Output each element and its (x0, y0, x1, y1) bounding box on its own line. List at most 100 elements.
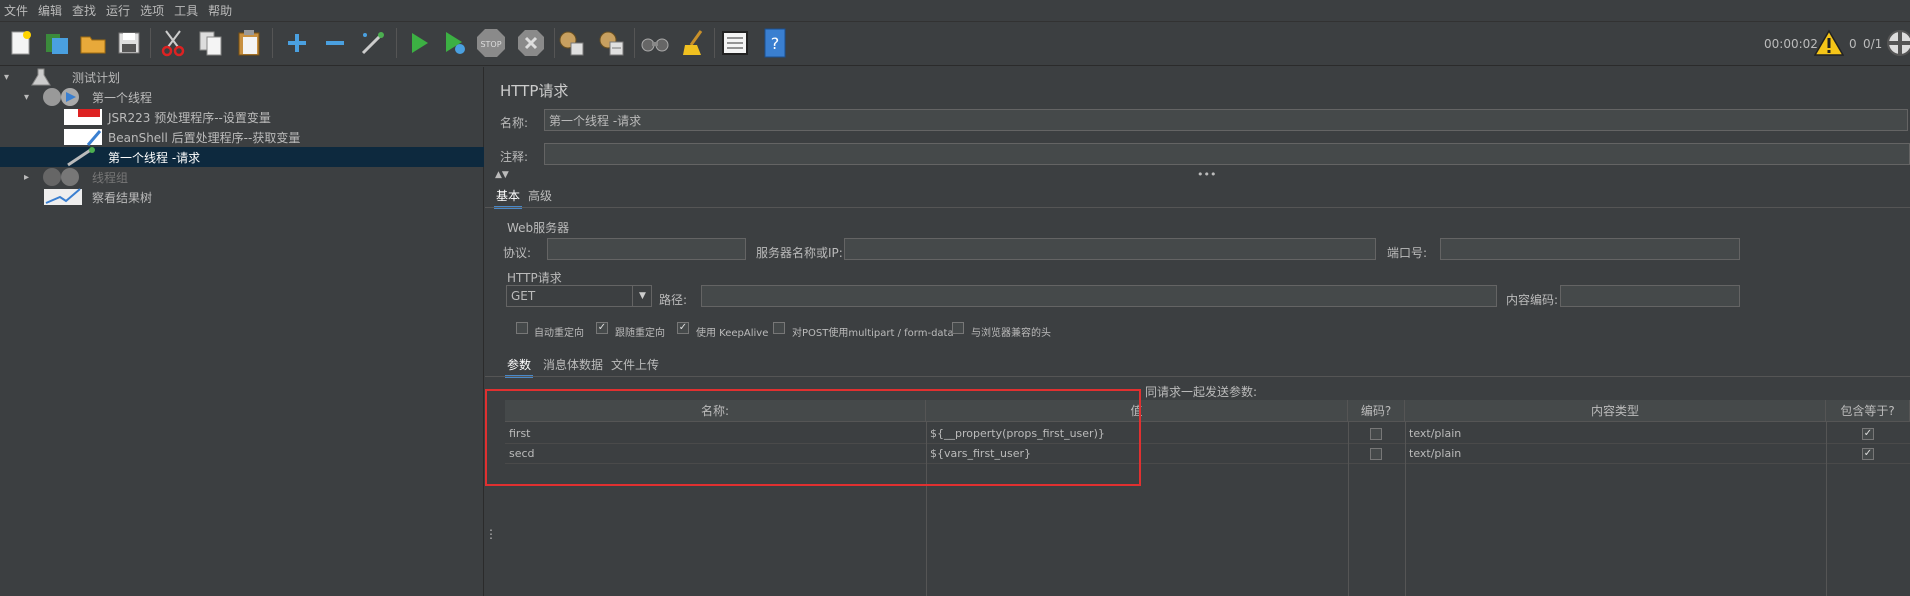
encoding-label: 内容编码: (1506, 293, 1559, 307)
encoding-field[interactable] (1560, 285, 1740, 307)
browser-headers-label: 与浏览器兼容的头 (971, 328, 1051, 339)
include-equals-checkbox[interactable]: ✓ (1862, 448, 1874, 460)
help-icon[interactable]: ? (760, 28, 790, 58)
annotation-highlight-box (485, 389, 1141, 486)
table-cell-encode (1348, 424, 1405, 444)
new-icon[interactable] (6, 28, 36, 58)
postprocessor-icon (64, 129, 102, 146)
search-icon[interactable] (640, 28, 670, 58)
thread-group-icon (43, 168, 79, 186)
auto-redirect-label: 自动重定向 (534, 328, 584, 339)
test-plan-icon (31, 68, 51, 86)
paste-icon[interactable] (234, 28, 264, 58)
column-divider (1405, 422, 1406, 596)
warning-icon[interactable] (1814, 28, 1844, 58)
protocol-field[interactable] (547, 238, 746, 260)
remote-status-icon (1882, 28, 1910, 58)
svg-text:?: ? (771, 34, 780, 53)
subtab-files-upload[interactable]: 文件上传 (609, 354, 661, 375)
tree-node-view-results-tree[interactable]: 察看结果树 (0, 187, 484, 207)
clear-icon[interactable] (556, 28, 586, 58)
panel-splitter-dots-icon[interactable]: ⋮ (485, 527, 497, 541)
column-header-include-equals[interactable]: 包含等于? (1826, 400, 1910, 422)
browser-headers-checkbox[interactable] (952, 322, 964, 334)
templates-icon[interactable] (42, 28, 72, 58)
tree-node-label: 线程组 (92, 170, 129, 185)
tab-advanced[interactable]: 高级 (526, 185, 554, 206)
start-no-pause-icon[interactable] (440, 28, 470, 58)
method-select[interactable]: GET (506, 285, 652, 307)
start-icon[interactable] (404, 28, 434, 58)
tree-node-thread-group-1[interactable]: 第一个线程 (0, 87, 484, 107)
copy-icon[interactable] (196, 28, 226, 58)
tree-node-label: BeanShell 后置处理程序--获取变量 (108, 130, 301, 145)
table-cell-content-type[interactable]: text/plain (1405, 444, 1826, 464)
sampler-icon (67, 147, 95, 167)
thread-group-icon (43, 88, 79, 106)
name-label: 名称: (500, 116, 529, 130)
menu-bar: 文件 编辑 查找 运行 选项 工具 帮助 (0, 0, 1910, 22)
encode-checkbox[interactable] (1370, 428, 1382, 440)
path-field[interactable] (701, 285, 1497, 307)
tree-node-beanshell-postprocessor[interactable]: BeanShell 后置处理程序--获取变量 (0, 127, 484, 147)
menu-search[interactable]: 查找 (72, 2, 96, 19)
splitter-handle-icon[interactable]: ••• (1197, 168, 1216, 181)
menu-tools[interactable]: 工具 (174, 2, 198, 19)
port-field[interactable] (1440, 238, 1740, 260)
function-helper-icon[interactable] (720, 28, 750, 58)
comment-field[interactable] (544, 143, 1910, 165)
include-equals-checkbox[interactable]: ✓ (1862, 428, 1874, 440)
tree-node-http-request[interactable]: 第一个线程 -请求 (0, 147, 484, 167)
follow-redirect-checkbox[interactable]: ✓ (596, 322, 608, 334)
subtab-parameters[interactable]: 参数 (505, 354, 534, 378)
tree-node-jsr223-preprocessor[interactable]: JSR223 预处理程序--设置变量 (0, 107, 484, 127)
expand-icon[interactable] (282, 28, 312, 58)
clear-all-icon[interactable] (596, 28, 626, 58)
open-icon[interactable] (78, 28, 108, 58)
menu-help[interactable]: 帮助 (208, 2, 232, 19)
column-header-encode[interactable]: 编码? (1348, 400, 1405, 422)
tree-node-thread-group-2[interactable]: 线程组 (0, 167, 484, 187)
dropdown-arrow-icon[interactable]: ▼ (632, 286, 652, 306)
stop-icon[interactable]: STOP (476, 28, 506, 58)
toggle-icon[interactable] (358, 28, 388, 58)
server-label: 服务器名称或IP: (756, 246, 843, 260)
panel-title: HTTP请求 (500, 82, 569, 100)
warning-count: 0 (1849, 37, 1857, 51)
encode-checkbox[interactable] (1370, 448, 1382, 460)
collapse-icon[interactable] (320, 28, 350, 58)
menu-run[interactable]: 运行 (106, 2, 130, 19)
http-request-panel: HTTP请求 名称: 第一个线程 -请求 注释: ▲▼ ••• 基本 高级 We… (485, 67, 1910, 596)
name-field[interactable]: 第一个线程 -请求 (544, 109, 1908, 131)
svg-text:STOP: STOP (480, 40, 501, 49)
split-arrows-icon[interactable]: ▲▼ (495, 170, 509, 180)
column-header-content-type[interactable]: 内容类型 (1405, 400, 1826, 422)
subtab-body-data[interactable]: 消息体数据 (541, 354, 605, 375)
tree-node-test-plan[interactable]: 测试计划 (0, 67, 484, 87)
shutdown-icon[interactable] (516, 28, 546, 58)
cut-icon[interactable] (158, 28, 188, 58)
reset-search-icon[interactable] (678, 28, 708, 58)
column-divider (1826, 422, 1827, 596)
keepalive-label: 使用 KeepAlive (696, 328, 769, 339)
table-cell-encode (1348, 444, 1405, 464)
active-threads-count: 0/1 (1863, 37, 1883, 51)
web-server-title: Web服务器 (507, 221, 570, 235)
method-value: GET (511, 289, 536, 303)
menu-options[interactable]: 选项 (140, 2, 164, 19)
multipart-checkbox[interactable] (773, 322, 785, 334)
preprocessor-icon (64, 109, 102, 125)
tree-node-label: JSR223 预处理程序--设置变量 (108, 110, 271, 125)
server-field[interactable] (844, 238, 1376, 260)
test-plan-tree: ▾ 测试计划 ▾ 第一个线程 JSR223 预处理程序--设置变量 BeanSh… (0, 67, 484, 596)
send-params-label: 同请求一起发送参数: (1145, 385, 1258, 399)
listener-icon (44, 188, 82, 205)
menu-file[interactable]: 文件 (4, 2, 28, 19)
tab-basic[interactable]: 基本 (494, 185, 523, 209)
menu-edit[interactable]: 编辑 (38, 2, 62, 19)
table-cell-content-type[interactable]: text/plain (1405, 424, 1826, 444)
auto-redirect-checkbox[interactable] (516, 322, 528, 334)
keepalive-checkbox[interactable]: ✓ (677, 322, 689, 334)
save-icon[interactable] (114, 28, 144, 58)
table-cell-include-equals: ✓ (1826, 444, 1910, 464)
